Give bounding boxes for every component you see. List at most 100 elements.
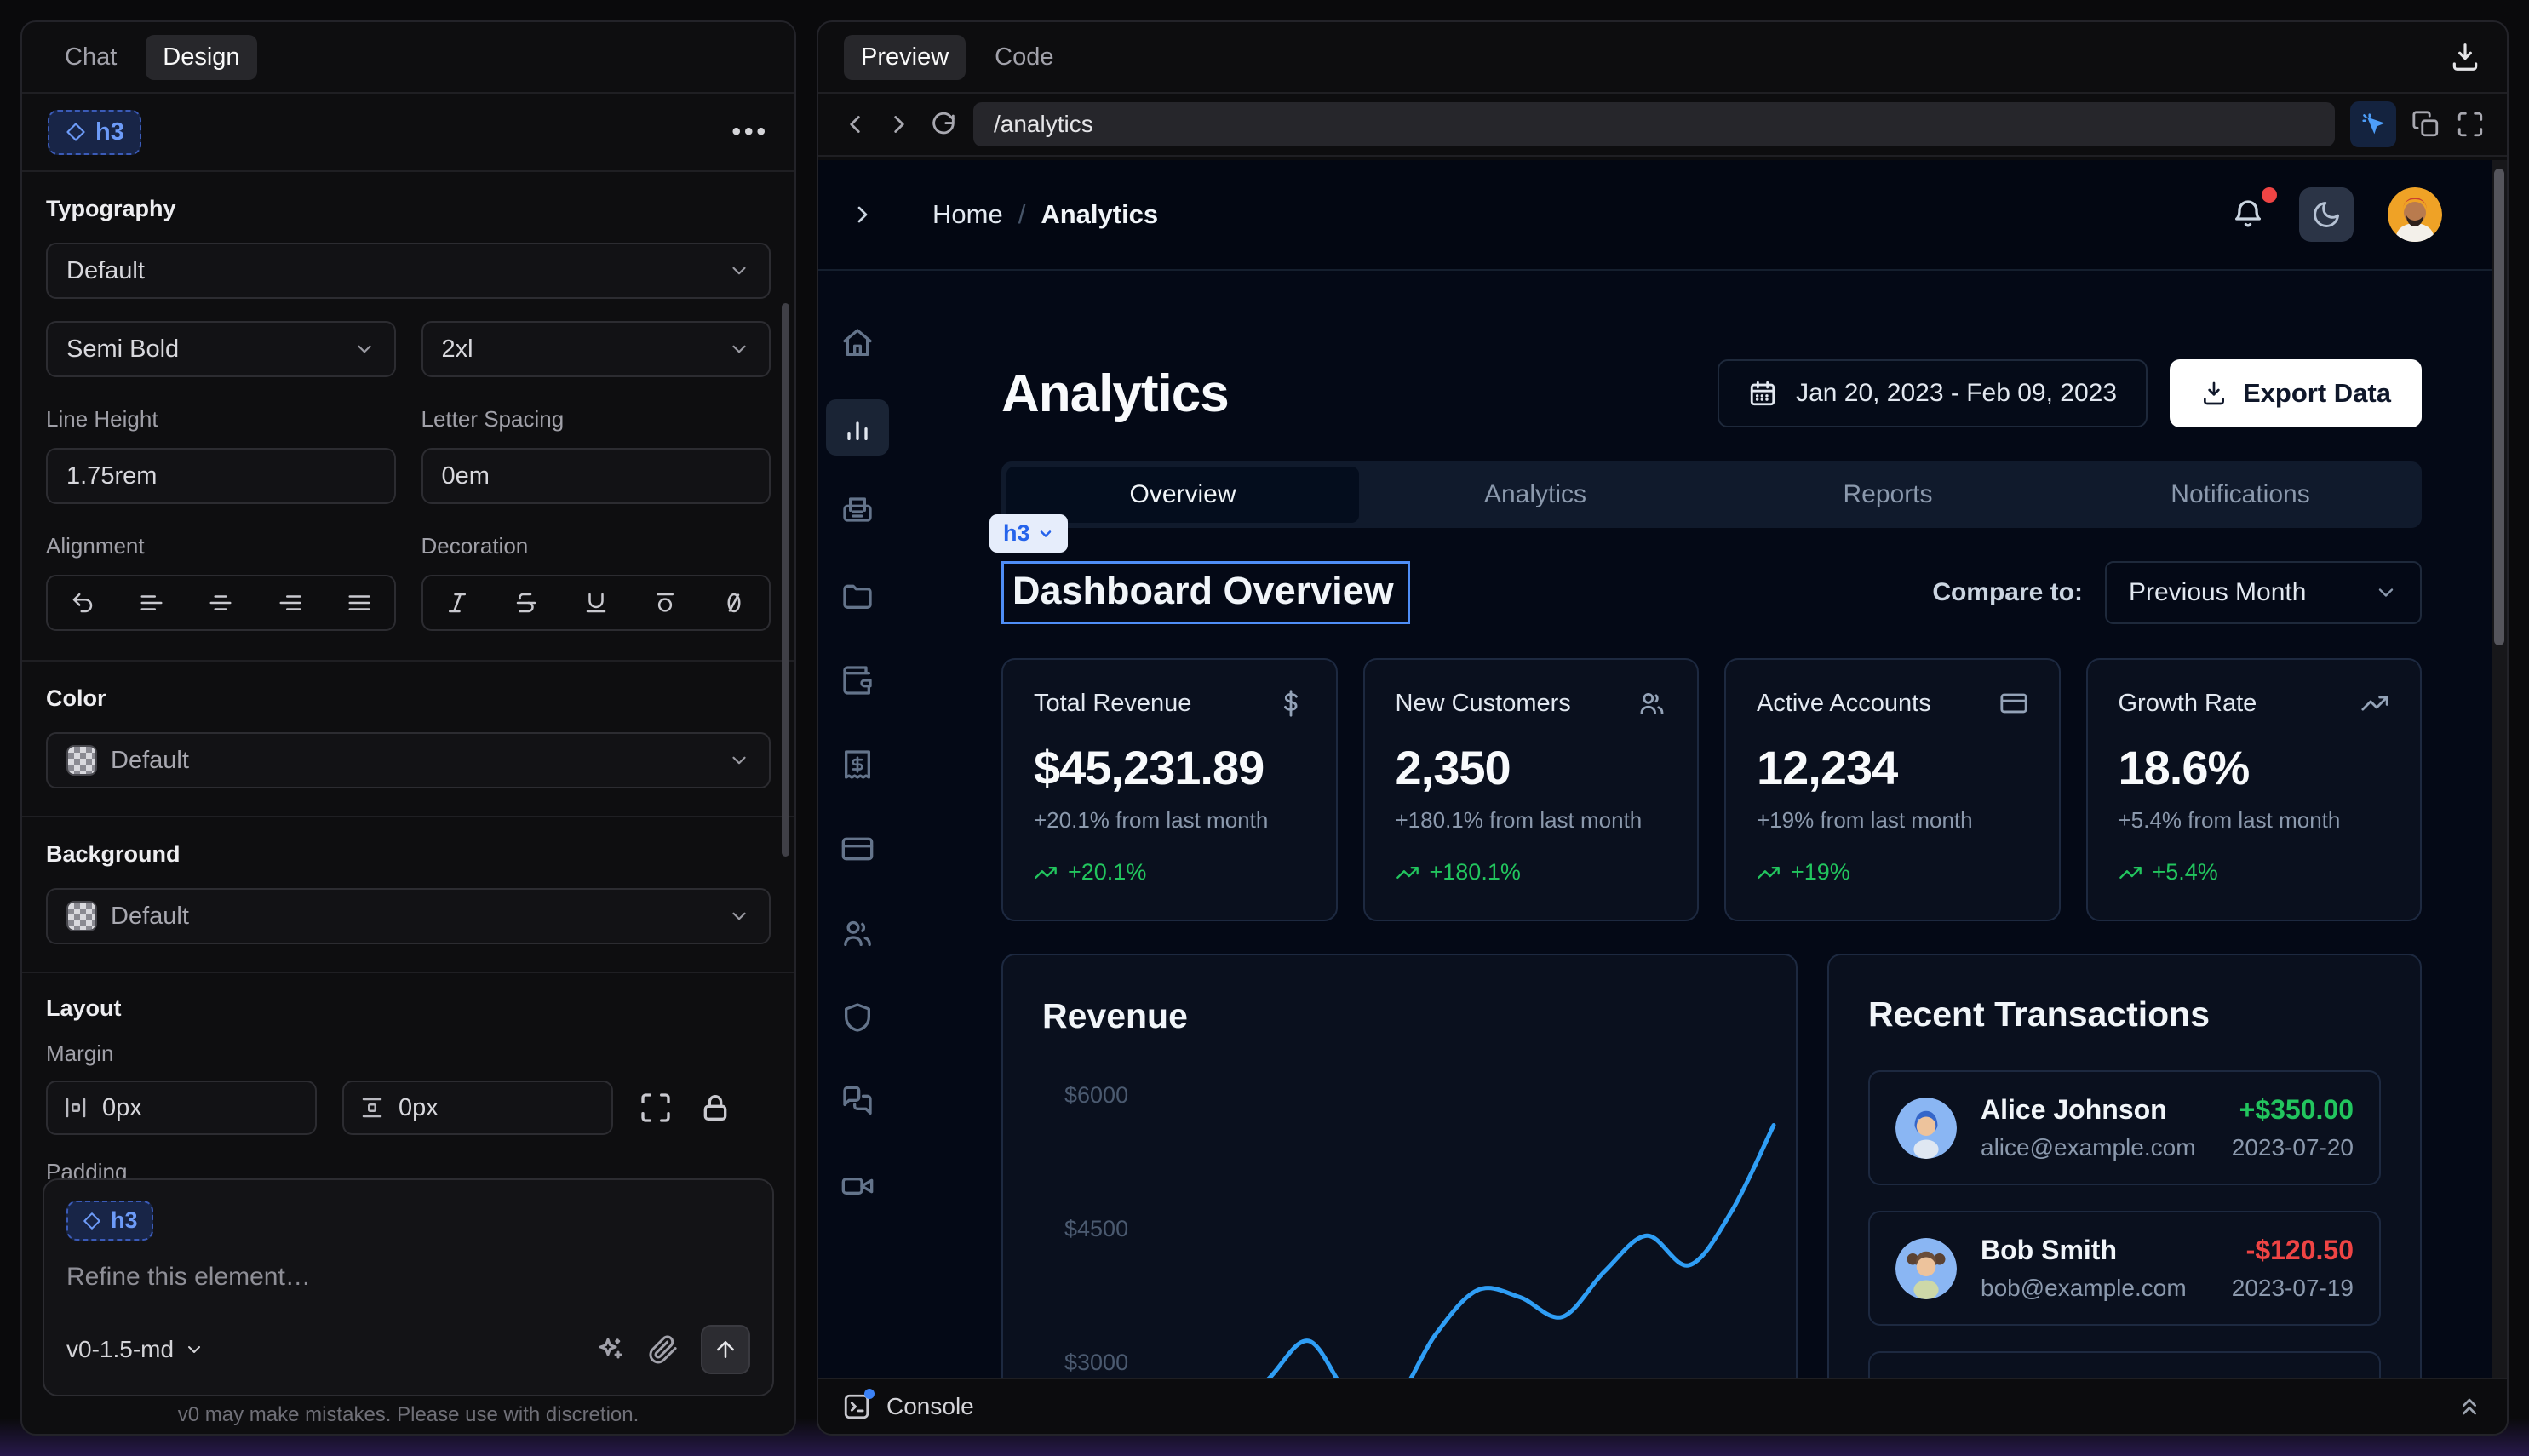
diamond-icon (65, 121, 87, 143)
export-data-button[interactable]: Export Data (2170, 359, 2422, 427)
align-left-icon[interactable] (137, 588, 166, 617)
stat-trend-value: +180.1% (1430, 859, 1521, 886)
nav-video[interactable] (826, 1158, 889, 1214)
breadcrumb-home[interactable]: Home (932, 199, 1003, 230)
avatar (1895, 1238, 1957, 1299)
refine-input[interactable]: Refine this element… (66, 1263, 750, 1325)
inspected-element-tag[interactable]: h3 (989, 514, 1068, 553)
moon-icon (2311, 199, 2342, 230)
nav-home[interactable] (826, 315, 889, 371)
stat-trend-value: +5.4% (2153, 859, 2218, 886)
lock-icon[interactable] (698, 1091, 732, 1125)
nav-cards[interactable] (826, 821, 889, 877)
stat-label: Total Revenue (1034, 690, 1191, 718)
notifications-button[interactable] (2231, 198, 2265, 232)
selection-outline[interactable]: Dashboard Overview (1001, 561, 1410, 624)
font-weight-select[interactable]: Semi Bold (46, 321, 396, 377)
font-size-select[interactable]: 2xl (422, 321, 771, 377)
nav-security[interactable] (826, 989, 889, 1046)
margin-label: Margin (46, 1040, 771, 1067)
forward-icon[interactable] (885, 110, 914, 139)
fullscreen-icon[interactable] (2456, 110, 2485, 139)
date-range-value: Jan 20, 2023 - Feb 09, 2023 (1796, 379, 2117, 408)
font-select[interactable]: Default (46, 243, 771, 299)
underline-icon[interactable] (582, 588, 611, 617)
app-viewport: Home / Analytics (818, 160, 2507, 1378)
user-avatar[interactable] (2388, 187, 2442, 242)
decoration-group (422, 575, 771, 631)
transaction-row[interactable]: Alice Johnson alice@example.com +$350.00… (1868, 1070, 2381, 1185)
strikethrough-icon[interactable] (512, 588, 541, 617)
background-select[interactable]: Default (46, 888, 771, 944)
tab-preview[interactable]: Preview (844, 35, 966, 80)
submit-button[interactable] (701, 1325, 750, 1374)
tab-code[interactable]: Code (978, 35, 1070, 80)
compare-select[interactable]: Previous Month (2105, 561, 2422, 624)
sparkles-icon[interactable] (595, 1334, 626, 1365)
align-center-icon[interactable] (206, 588, 235, 617)
stat-trend-value: +19% (1791, 859, 1850, 886)
nav-customers[interactable] (826, 905, 889, 961)
url-input[interactable]: /analytics (973, 102, 2335, 146)
back-icon[interactable] (840, 110, 869, 139)
color-section: Color Default (46, 662, 771, 816)
tab-reports[interactable]: Reports (1712, 467, 2064, 523)
copy-icon[interactable] (2411, 110, 2440, 139)
undo-icon[interactable] (68, 588, 97, 617)
inspect-cursor-button[interactable] (2350, 101, 2396, 147)
users-icon (1637, 689, 1666, 718)
align-justify-icon[interactable] (345, 588, 374, 617)
preview-scrollbar-track[interactable] (2492, 160, 2507, 1378)
italic-icon[interactable] (443, 588, 472, 617)
export-label: Export Data (2243, 378, 2391, 409)
nav-analytics[interactable] (826, 399, 889, 456)
stat-trend-value: +20.1% (1068, 859, 1146, 886)
transaction-date: 2023-07-19 (2232, 1275, 2354, 1302)
overline-icon[interactable] (651, 588, 680, 617)
margin-y-input[interactable]: 0px (342, 1081, 613, 1135)
sidebar-expand-icon[interactable] (849, 201, 876, 228)
tab-notifications[interactable]: Notifications (2064, 467, 2417, 523)
diamond-icon (82, 1211, 102, 1231)
no-decoration-icon[interactable] (720, 588, 748, 617)
tab-design[interactable]: Design (146, 35, 256, 80)
video-icon (840, 1169, 875, 1203)
breadcrumb-current: Analytics (1041, 199, 1158, 230)
color-select[interactable]: Default (46, 732, 771, 788)
theme-toggle-button[interactable] (2299, 187, 2354, 242)
more-options-icon[interactable]: ••• (731, 118, 769, 146)
download-icon[interactable] (2449, 41, 2481, 73)
chevrons-up-icon[interactable] (2456, 1393, 2483, 1420)
nav-messages[interactable] (826, 1074, 889, 1130)
chevron-down-icon (2374, 581, 2398, 605)
home-icon (840, 326, 875, 360)
console-label: Console (886, 1393, 974, 1420)
transparent-swatch-icon (66, 901, 97, 931)
paperclip-icon[interactable] (648, 1334, 679, 1365)
selected-element-chip[interactable]: h3 (48, 110, 141, 155)
refresh-icon[interactable] (929, 110, 958, 139)
margin-x-input[interactable]: 0px (46, 1081, 317, 1135)
typography-section: Typography Default Semi Bold 2xl Line He… (46, 172, 771, 660)
nav-files[interactable] (826, 568, 889, 624)
tab-analytics[interactable]: Analytics (1359, 467, 1712, 523)
color-value: Default (111, 747, 189, 775)
nav-receipts[interactable] (826, 737, 889, 793)
line-height-input[interactable]: 1.75rem (46, 448, 396, 504)
sidebar-scrollbar[interactable] (782, 303, 789, 857)
console-bar[interactable]: Console (818, 1378, 2507, 1434)
expand-corners-icon[interactable] (639, 1091, 673, 1125)
transaction-row[interactable]: Bob Smith bob@example.com -$120.50 2023-… (1868, 1211, 2381, 1326)
preview-scrollbar-thumb[interactable] (2494, 169, 2504, 645)
nav-wallet[interactable] (826, 652, 889, 708)
wallet-icon (840, 663, 875, 697)
chevron-down-icon (353, 338, 376, 360)
align-right-icon[interactable] (276, 588, 305, 617)
date-range-button[interactable]: Jan 20, 2023 - Feb 09, 2023 (1718, 359, 2148, 427)
model-select[interactable]: v0-1.5-md (66, 1336, 204, 1363)
nav-invoices[interactable] (826, 484, 889, 540)
disclaimer-text: v0 may make mistakes. Please use with di… (22, 1403, 794, 1427)
tab-chat[interactable]: Chat (48, 35, 134, 80)
refine-element-chip[interactable]: h3 (66, 1201, 153, 1241)
letter-spacing-input[interactable]: 0em (422, 448, 771, 504)
